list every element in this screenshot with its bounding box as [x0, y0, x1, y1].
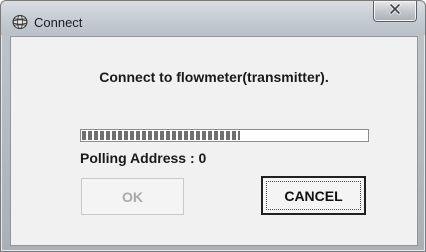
title-bar[interactable]: Connect: [1, 1, 425, 35]
connection-progress-bar: [80, 129, 369, 142]
ok-button-label: OK: [122, 188, 143, 205]
app-globe-icon: [12, 14, 28, 30]
cancel-button-label: CANCEL: [284, 187, 343, 204]
ok-button[interactable]: OK: [81, 178, 184, 215]
polling-address-label: Polling Address : 0: [80, 150, 207, 166]
cancel-button[interactable]: CANCEL: [261, 176, 366, 215]
dialog-content: Connect to flowmeter(transmitter). Polli…: [10, 36, 418, 246]
progress-fill: [82, 131, 240, 140]
window-title: Connect: [34, 15, 83, 30]
close-button[interactable]: [373, 1, 417, 22]
close-x-icon: [388, 2, 402, 20]
connect-dialog-window: Connect Connect to flowmeter(transmitter…: [0, 0, 426, 252]
connection-message: Connect to flowmeter(transmitter).: [99, 69, 329, 85]
